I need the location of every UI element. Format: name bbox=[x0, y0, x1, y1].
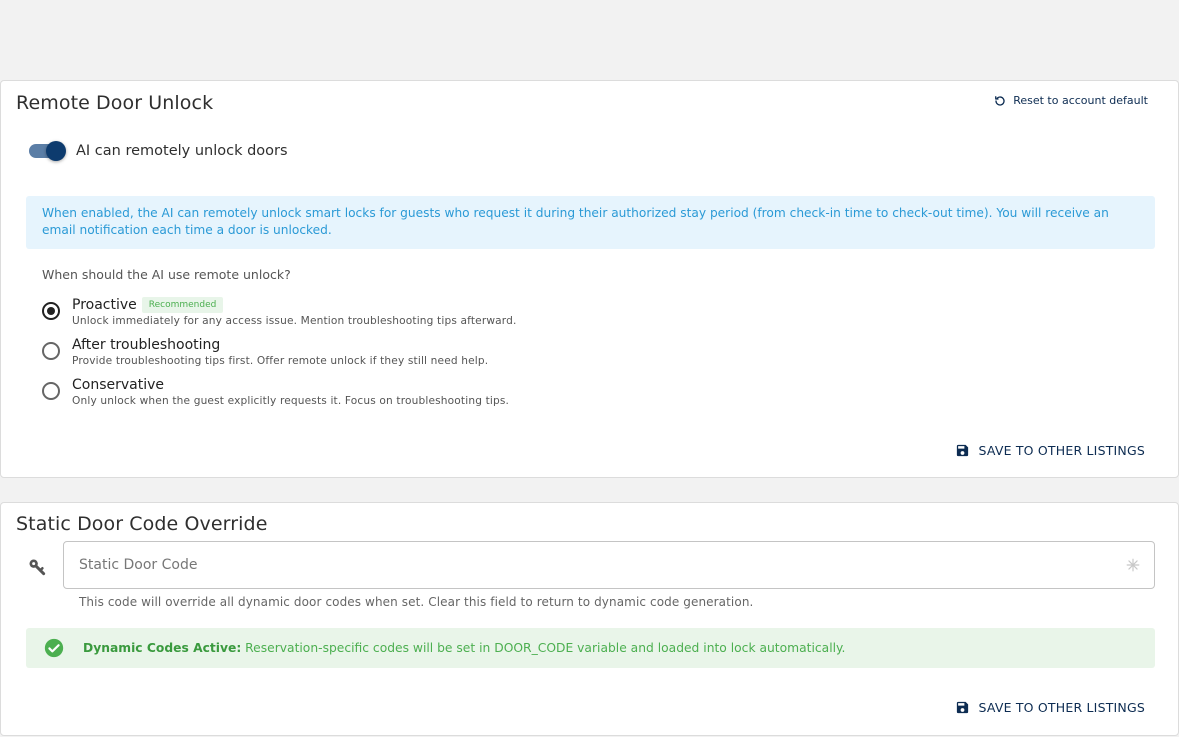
remote-door-unlock-card: Remote Door Unlock Reset to account defa… bbox=[0, 80, 1179, 478]
radio-button-conservative[interactable] bbox=[42, 382, 60, 400]
option-description-proactive: Unlock immediately for any access issue.… bbox=[72, 315, 517, 327]
save-to-other-listings-button-static[interactable]: SAVE TO OTHER LISTINGS bbox=[955, 700, 1146, 715]
radio-button-after-troubleshooting[interactable] bbox=[42, 342, 60, 360]
dynamic-codes-status-label: Dynamic Codes Active: bbox=[83, 641, 242, 655]
radio-option-after-troubleshooting[interactable]: After troubleshooting Provide troublesho… bbox=[42, 335, 488, 367]
save-label-static: SAVE TO OTHER LISTINGS bbox=[978, 700, 1145, 715]
toggle-thumb bbox=[46, 141, 66, 161]
radio-option-conservative[interactable]: Conservative Only unlock when the guest … bbox=[42, 375, 509, 407]
static-code-helper-text: This code will override all dynamic door… bbox=[79, 595, 754, 609]
static-door-code-input[interactable] bbox=[64, 542, 1154, 588]
option-description-after-troubleshooting: Provide troubleshooting tips first. Offe… bbox=[72, 355, 489, 367]
key-icon bbox=[29, 559, 46, 576]
refresh-icon bbox=[995, 95, 1005, 106]
static-door-code-title: Static Door Code Override bbox=[16, 513, 268, 535]
check-circle-icon bbox=[44, 638, 64, 658]
radio-button-proactive[interactable] bbox=[42, 302, 60, 320]
reset-label: Reset to account default bbox=[1013, 94, 1148, 107]
option-title-after-troubleshooting: After troubleshooting bbox=[72, 336, 221, 353]
remote-door-unlock-title: Remote Door Unlock bbox=[16, 92, 214, 114]
floppy-disk-icon bbox=[956, 701, 968, 714]
save-to-other-listings-button[interactable]: SAVE TO OTHER LISTINGS bbox=[955, 443, 1146, 458]
remote-unlock-toggle-row: AI can remotely unlock doors bbox=[27, 140, 288, 162]
remote-unlock-toggle[interactable] bbox=[27, 140, 67, 162]
recommended-badge: Recommended bbox=[141, 296, 224, 313]
option-description-conservative: Only unlock when the guest explicitly re… bbox=[72, 395, 510, 407]
static-door-code-field[interactable] bbox=[63, 541, 1155, 589]
radio-option-proactive[interactable]: Proactive Recommended Unlock immediately… bbox=[42, 295, 517, 327]
remote-unlock-toggle-label: AI can remotely unlock doors bbox=[76, 143, 288, 159]
reset-to-default-button[interactable]: Reset to account default bbox=[994, 94, 1148, 107]
option-title-proactive: Proactive bbox=[72, 296, 137, 313]
remote-unlock-info-box: When enabled, the AI can remotely unlock… bbox=[26, 196, 1155, 249]
floppy-disk-icon bbox=[956, 444, 968, 457]
static-door-code-card: Static Door Code Override This code will… bbox=[0, 502, 1179, 736]
dynamic-codes-status-box: Dynamic Codes Active: Reservation-specif… bbox=[26, 628, 1155, 668]
option-title-conservative: Conservative bbox=[72, 376, 165, 393]
save-label: SAVE TO OTHER LISTINGS bbox=[978, 443, 1145, 458]
sparkle-icon[interactable] bbox=[1126, 558, 1140, 572]
remote-unlock-question: When should the AI use remote unlock? bbox=[42, 267, 291, 282]
dynamic-codes-status-message: Reservation-specific codes will be set i… bbox=[241, 641, 846, 655]
dynamic-codes-status-text: Dynamic Codes Active: Reservation-specif… bbox=[83, 641, 845, 655]
